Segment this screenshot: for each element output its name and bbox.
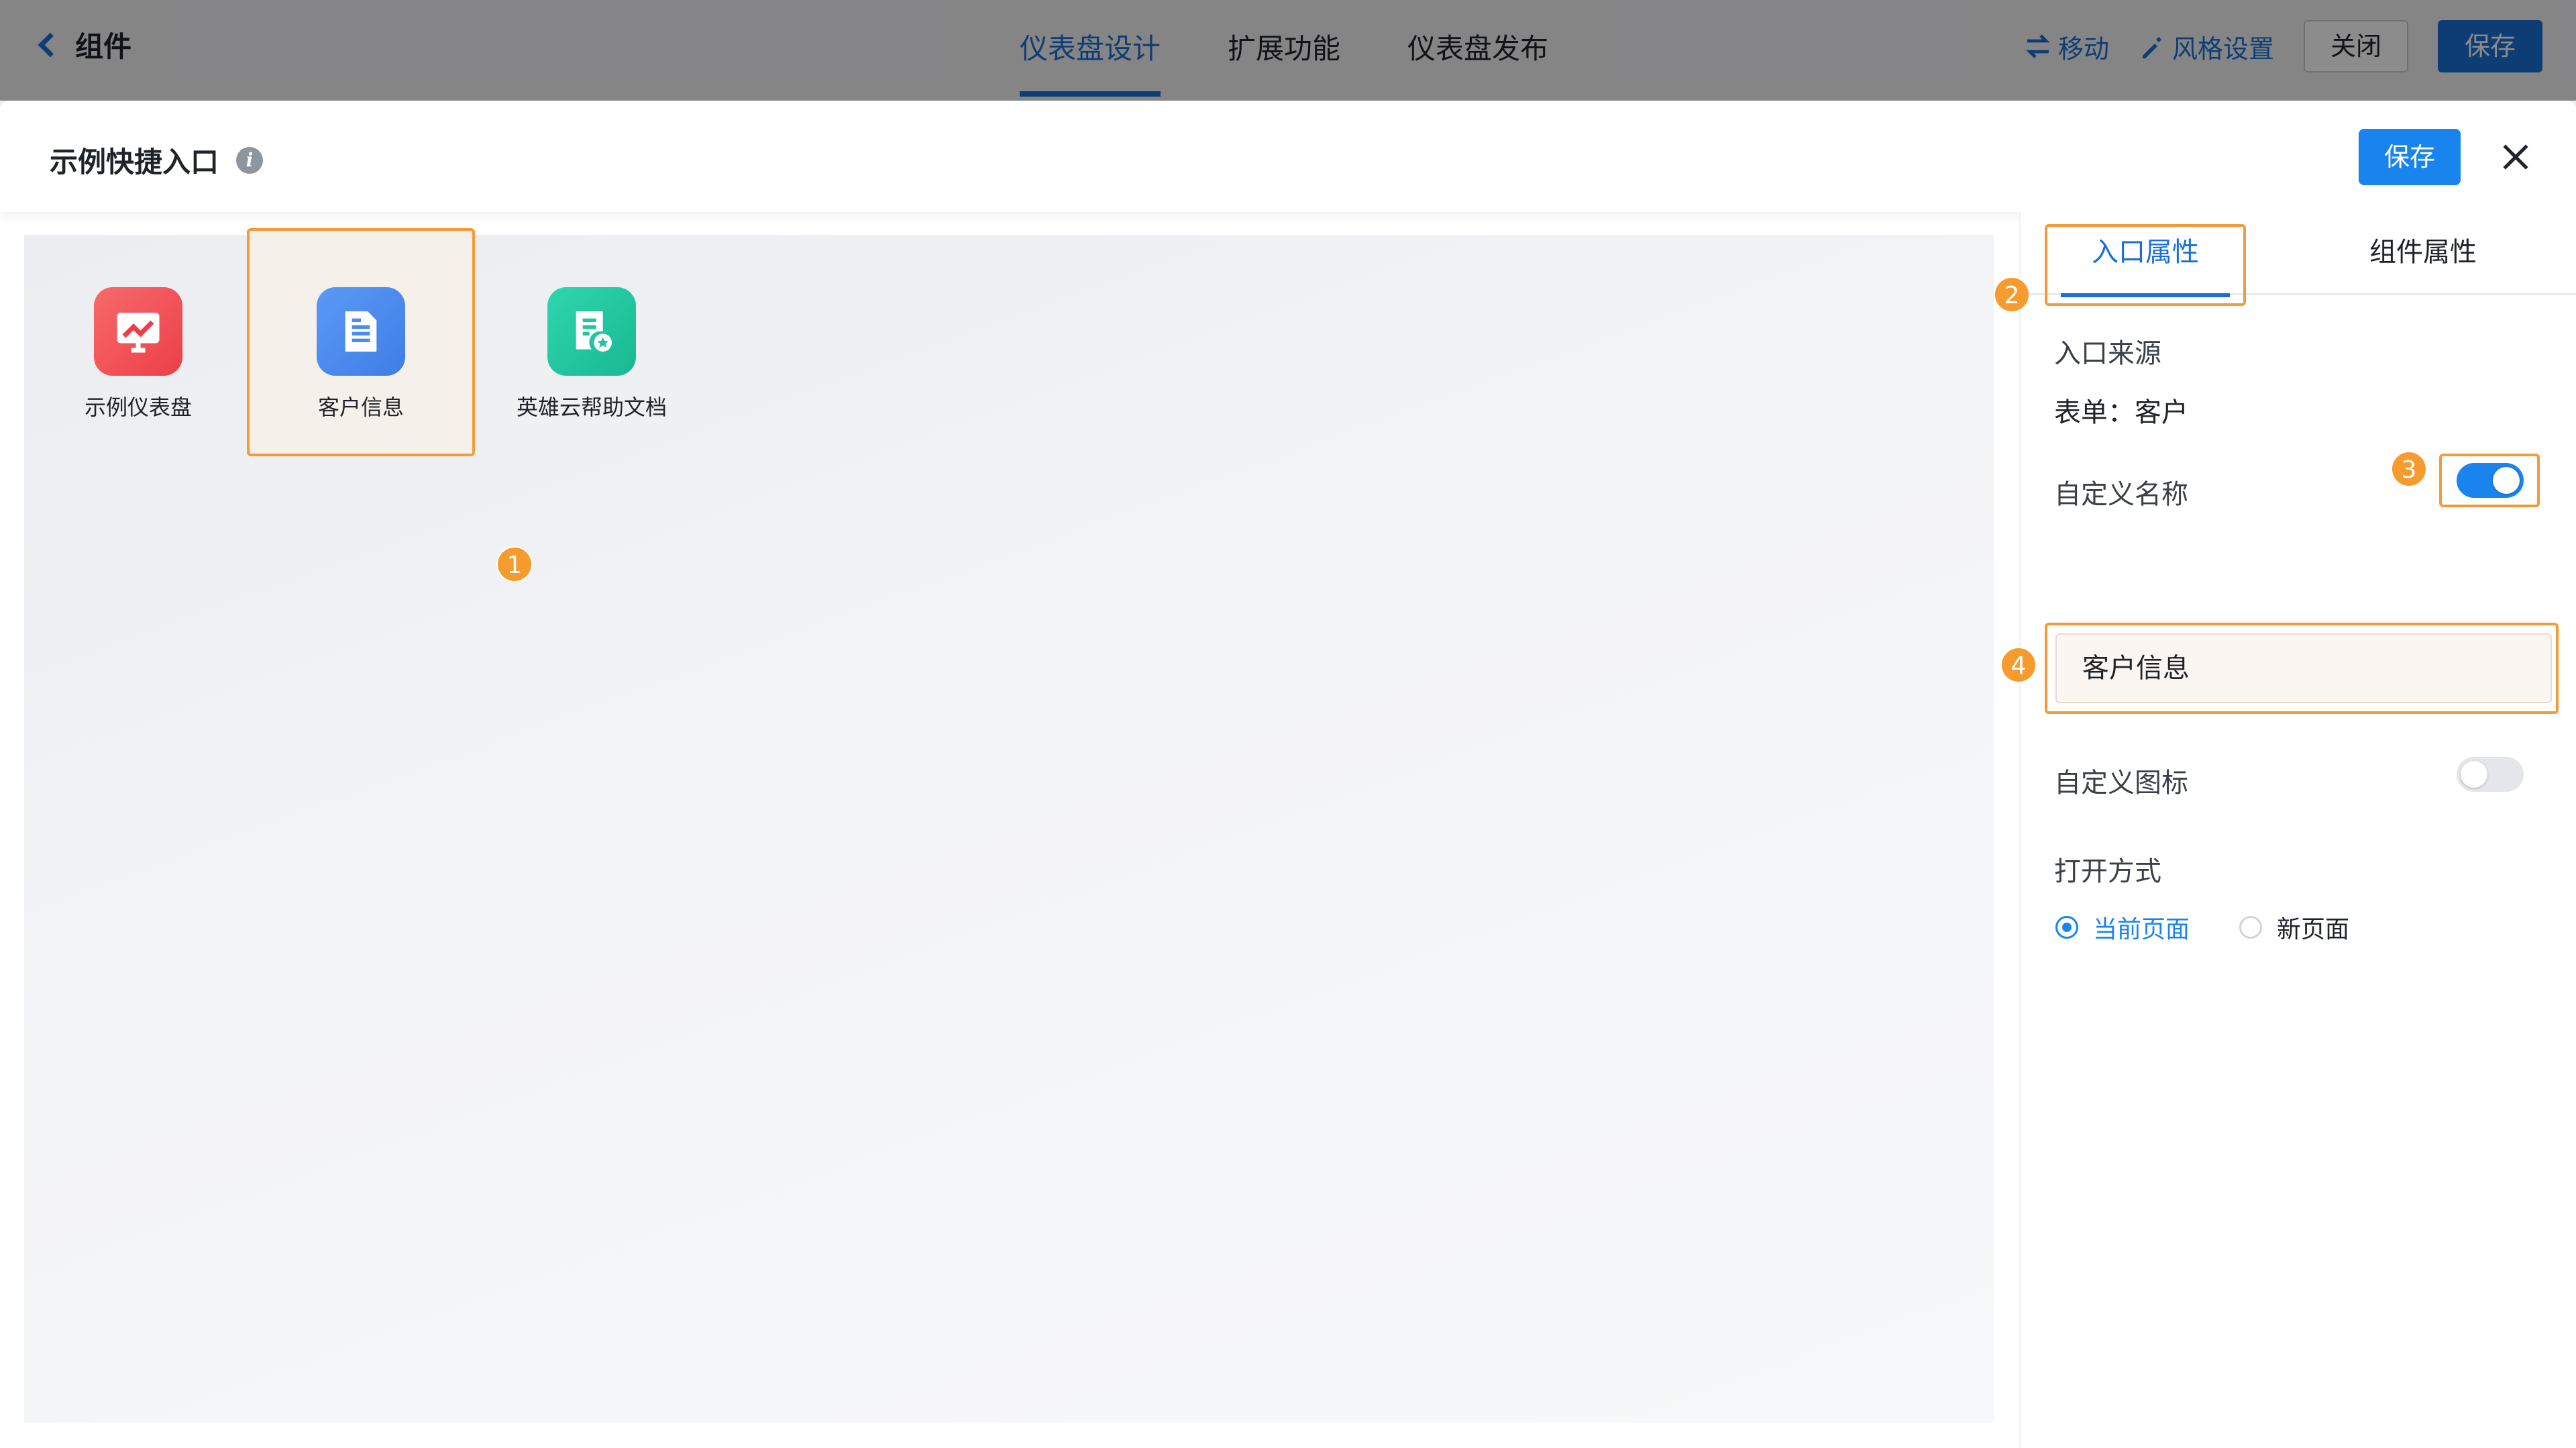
radio-circle-checked xyxy=(2055,916,2078,939)
custom-icon-label: 自定义图标 xyxy=(2054,768,2188,798)
chart-trend-icon xyxy=(94,287,182,376)
custom-icon-toggle[interactable] xyxy=(2457,757,2524,792)
entry-tile-customer-info[interactable]: 客户信息 xyxy=(247,228,475,456)
entry-canvas: 示例仪表盘 客户信息 1 英雄云帮助文档 xyxy=(24,228,1994,1423)
entry-source-value: 表单：客户 xyxy=(2054,397,2188,428)
close-icon[interactable] xyxy=(2497,138,2534,176)
step-badge-1: 1 xyxy=(496,546,533,582)
entry-tile-label: 示例仪表盘 xyxy=(84,395,192,420)
properties-panel: 入口属性 组件属性 2 入口来源 表单：客户 自定义名称 3 4 客户信息 自定… xyxy=(1994,212,2576,1448)
toggle-knob xyxy=(2493,467,2520,494)
entry-tile-sample-dashboard[interactable]: 示例仪表盘 xyxy=(24,235,252,463)
open-mode-label: 打开方式 xyxy=(2054,856,2161,887)
modal-title: 示例快捷入口 i xyxy=(50,140,264,180)
tab-highlight-box xyxy=(2045,224,2246,306)
custom-name-label: 自定义名称 xyxy=(2054,479,2188,510)
custom-name-input[interactable]: 客户信息 xyxy=(2055,633,2552,703)
radio-new-page[interactable]: 新页面 xyxy=(2239,910,2349,945)
step-badge-4: 4 xyxy=(2000,647,2037,683)
document-icon xyxy=(317,287,405,376)
entry-tile-label: 英雄云帮助文档 xyxy=(516,395,667,420)
entry-tile-label: 客户信息 xyxy=(317,395,404,420)
modal-title-text: 示例快捷入口 xyxy=(50,146,219,178)
shortcut-entry-modal: 示例快捷入口 i 保存 示例仪表盘 客户信息 1 英雄云帮助文档 入口属性 组件… xyxy=(0,101,2576,1448)
tab-component-properties[interactable]: 组件属性 xyxy=(2322,212,2524,295)
radio-label: 新页面 xyxy=(2277,916,2350,943)
radio-circle xyxy=(2239,916,2262,939)
step-badge-3: 3 xyxy=(2391,451,2427,487)
step-badge-2: 2 xyxy=(1994,276,2030,313)
modal-overlay xyxy=(0,0,2576,101)
radio-label: 当前页面 xyxy=(2093,916,2190,943)
radio-current-page[interactable]: 当前页面 xyxy=(2055,910,2190,945)
entry-tile-help-docs[interactable]: 英雄云帮助文档 xyxy=(478,235,706,463)
document-star-icon xyxy=(547,287,636,376)
toggle-knob xyxy=(2461,761,2487,788)
entry-source-label: 入口来源 xyxy=(2054,338,2161,369)
custom-name-toggle[interactable] xyxy=(2457,463,2524,498)
modal-save-button[interactable]: 保存 xyxy=(2359,129,2461,185)
modal-header: 示例快捷入口 i 保存 xyxy=(0,101,2576,212)
info-icon[interactable]: i xyxy=(236,146,264,174)
dashboard-topbar: 组件 仪表盘设计 扩展功能 仪表盘发布 移动 风格设置 关闭 保存 xyxy=(0,0,2576,101)
